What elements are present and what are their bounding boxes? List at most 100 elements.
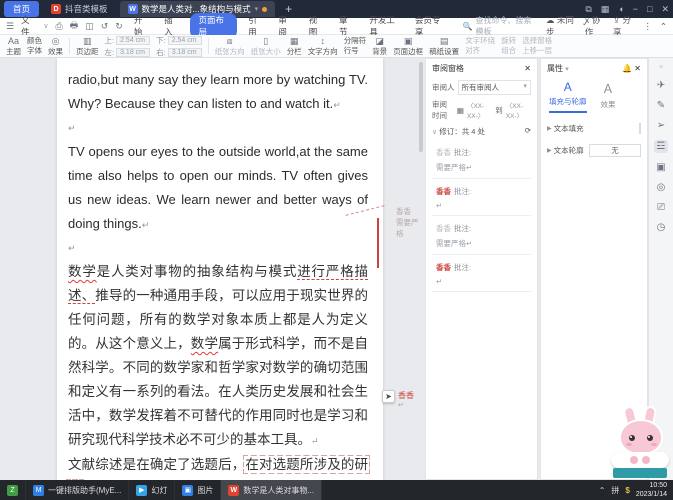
orientation-icon: ⧈ — [226, 35, 233, 46]
pilcrow-icon: ↵ — [68, 243, 76, 253]
unsaved-dot-icon — [262, 6, 268, 12]
maximize-button[interactable]: □ — [647, 4, 652, 14]
taskbar-app-launcher[interactable]: Z — [0, 480, 26, 500]
redo-icon[interactable]: ↻ — [115, 21, 123, 32]
taskbar-item-typeset-helper[interactable]: M 一键排版助手(MyE... — [26, 480, 130, 500]
orientation-button[interactable]: ⧈ 纸张方向 — [215, 36, 245, 57]
date-to-field[interactable]: 〈XX-XX-〉 — [506, 100, 531, 120]
tab-template[interactable]: D 抖音类模板 — [43, 1, 116, 17]
line-numbers-button[interactable]: 行号 — [344, 46, 367, 57]
refresh-icon[interactable]: ⟳ — [525, 126, 531, 137]
margin-right-input[interactable]: 3.18 cm — [167, 47, 202, 57]
share-doc-icon[interactable]: ✈ — [657, 80, 665, 91]
paragraph-english-2[interactable]: TV opens our eyes to the outside world,a… — [68, 140, 368, 237]
file-chevron-icon[interactable]: ∨ — [43, 22, 48, 30]
tab-fill-outline[interactable]: A 填充与轮廓 — [549, 80, 587, 113]
comment-card[interactable]: 香香 批注: ↵ — [432, 183, 531, 216]
comment-card[interactable]: 香香 批注: 需要严格↵ — [432, 144, 531, 179]
tab-effects[interactable]: Ａ 效果 — [601, 80, 616, 113]
revisions-toggle[interactable]: ∨ 修订：共 4 处 — [432, 126, 485, 137]
ime-icon[interactable]: 拼 — [611, 485, 619, 496]
text-outline-dropdown[interactable]: 无 — [589, 144, 641, 157]
paper-size-button[interactable]: ▯ 纸张大小 — [251, 36, 281, 57]
background-button[interactable]: ◪ 背景 — [372, 36, 387, 57]
ribbon: Aa 主题 颜色 字体 ◎ 效果 ▥ 页边距 上: 2.54 cm 下: 2.54 cm … — [0, 35, 673, 58]
rotate-button[interactable]: 旋转 — [501, 36, 516, 47]
margins-button[interactable]: ▥ 页边距 — [76, 36, 99, 57]
date-from-field[interactable]: 〈XX-XX-〉 — [467, 100, 492, 120]
taskbar: Z M 一键排版助手(MyE... ▶ 幻灯 ▣ 图片 W 数学是人类对事物... ⌃ … — [0, 480, 673, 500]
bell-icon[interactable]: 🔔 — [622, 64, 632, 73]
page-border-button[interactable]: ▣ 页面边框 — [393, 36, 423, 57]
chevron-down-icon[interactable]: ▾ — [255, 5, 259, 13]
comment-card[interactable]: 香香 批注: ↵ — [432, 259, 531, 292]
grid-setup-button[interactable]: ▤ 稿纸设置 — [429, 36, 459, 57]
mascot-toolbar[interactable] — [611, 452, 669, 468]
document-scrollbar[interactable] — [419, 62, 423, 152]
effects-button[interactable]: ◎ 效果 — [48, 36, 63, 57]
reviewer-dropdown[interactable]: 所有审阅人 ▾ — [457, 80, 531, 95]
select-pane-button[interactable]: 选择窗格 — [522, 36, 552, 47]
margin-bottom-input[interactable]: 2.54 cm — [167, 35, 202, 45]
edit-pen-icon[interactable]: ✎ — [657, 100, 665, 111]
close-button[interactable]: ✕ — [661, 4, 669, 15]
expand-triangle-icon[interactable]: ▶ — [547, 125, 552, 132]
text-direction-button[interactable]: ↕ 文字方向 — [308, 36, 338, 57]
properties-panel-icon[interactable]: ☲ — [653, 140, 669, 153]
group-button[interactable]: 组合 — [501, 46, 516, 57]
bring-forward-button[interactable]: 上移一层 — [522, 46, 552, 57]
paragraph-english-1[interactable]: radio,but many say they learn more by wa… — [68, 68, 368, 117]
document-page[interactable]: radio,but many say they learn more by wa… — [57, 58, 383, 480]
spellcheck-word: 数学 — [68, 264, 97, 279]
video-tool-icon[interactable]: ⎚ — [657, 202, 665, 213]
close-icon[interactable]: ✕ — [634, 64, 641, 73]
text-outline-label: 文本轮廓 — [553, 146, 584, 155]
properties-title: 属性 ▾ — [547, 64, 569, 73]
taskbar-item-slides[interactable]: ▶ 幻灯 — [129, 480, 176, 500]
paragraph-math[interactable]: 数学是人类对事物的抽象结构与模式进行严格描述、推导的一种通用手段，可以应用于现实… — [68, 260, 369, 453]
text-wrap-button[interactable]: 文字环绕 — [465, 36, 495, 47]
text-fill-swatch[interactable] — [639, 123, 641, 134]
workspace-grid-icon[interactable]: ▦ — [601, 4, 610, 15]
minimize-button[interactable]: − — [633, 4, 638, 14]
theme-button[interactable]: Aa 主题 — [6, 36, 21, 57]
select-cursor-icon[interactable]: ➢ — [657, 120, 665, 131]
comment-marker[interactable]: ➤ 香香 ↵ — [382, 390, 414, 409]
paper-size-icon: ▯ — [263, 35, 269, 46]
more-icon[interactable]: ⋮ — [643, 21, 652, 32]
margin-top-input[interactable]: 2.54 cm — [116, 35, 151, 45]
paragraph-literature[interactable]: 文献综述是在确定了选题后，在对选题所涉及的研究领域的文献进展广泛阅读和理解的根底… — [65, 453, 371, 480]
hamburger-icon[interactable]: ☰ — [6, 21, 14, 32]
columns-button[interactable]: ▦ 分栏 — [287, 36, 302, 57]
effects-icon: ◎ — [51, 35, 60, 46]
color-button[interactable]: 颜色 — [27, 36, 42, 47]
taskbar-item-wps-doc[interactable]: W 数学是人类对事物... — [221, 480, 323, 500]
divider — [207, 38, 209, 54]
history-clock-icon[interactable]: ◷ — [657, 222, 666, 233]
image-tool-icon[interactable]: ▣ — [656, 162, 665, 173]
divider — [69, 38, 70, 54]
collapse-ribbon-icon[interactable]: ⌃ — [660, 21, 667, 32]
margin-left-input[interactable]: 3.18 cm — [116, 47, 151, 57]
comment-card[interactable]: 香香 批注: 需要严格↵ — [432, 220, 531, 255]
taskbar-item-photos[interactable]: ▣ 图片 — [175, 480, 222, 500]
margin-comment-note[interactable]: 香香 需要严格 — [396, 206, 425, 239]
expand-triangle-icon[interactable]: ▶ — [547, 147, 552, 154]
comment-cursor-icon[interactable]: ➤ — [382, 390, 395, 403]
preview-icon[interactable]: ◫ — [85, 21, 94, 32]
tray-expand-icon[interactable]: ⌃ — [599, 486, 606, 495]
breaks-button[interactable]: 分隔符 — [344, 36, 367, 47]
save-icon[interactable]: ⎙ — [56, 21, 63, 32]
align-button[interactable]: 对齐 — [465, 46, 495, 57]
currency-tray-icon[interactable]: $ — [625, 486, 629, 495]
assistant-mascot[interactable] — [611, 404, 669, 478]
clock[interactable]: 10:50 2023/1/14 — [636, 481, 667, 499]
help-circle-icon[interactable]: ◎ — [657, 182, 666, 193]
assistant-icon[interactable]: ◖ — [618, 4, 623, 14]
font-button[interactable]: 字体 — [27, 46, 42, 57]
undo-icon[interactable]: ↺ — [101, 21, 109, 32]
close-icon[interactable]: ✕ — [524, 64, 531, 73]
command-search[interactable]: 🔍 查找命令、搜索模板 — [463, 15, 539, 37]
layout-split-icon[interactable]: ⧉ — [585, 4, 591, 15]
print-icon[interactable]: 🖶 — [70, 18, 79, 34]
